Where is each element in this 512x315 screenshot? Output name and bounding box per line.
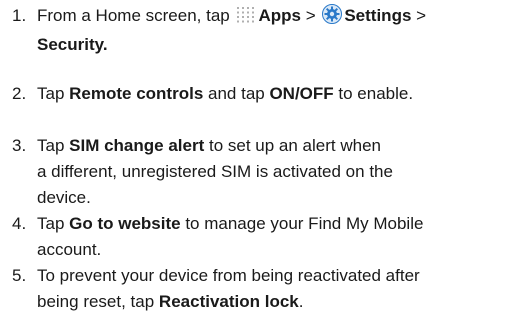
- step-1: 1. From a Home screen, tap Apps > Settin…: [12, 3, 508, 58]
- step-text-part: to manage your Find My Mobile: [180, 214, 424, 233]
- apps-label: Apps: [258, 6, 301, 25]
- step-text-part: and tap: [203, 84, 270, 103]
- security-label: Security.: [37, 35, 108, 54]
- step-text: To prevent your device from being reacti…: [37, 263, 508, 315]
- apps-grid-icon: [236, 6, 256, 32]
- step-text: Tap Go to website to manage your Find My…: [37, 211, 508, 263]
- step-text-part: .: [298, 292, 304, 311]
- step-number: 5.: [12, 266, 27, 285]
- step-text-part: To prevent your device from being reacti…: [37, 266, 420, 285]
- step-text-part: From a Home screen, tap: [37, 6, 235, 25]
- separator: >: [300, 6, 321, 25]
- step-number: 2.: [12, 84, 27, 103]
- step-text-part: Tap: [37, 214, 70, 233]
- on-off-label: ON/OFF: [269, 84, 334, 103]
- step-text-part: Tap: [37, 136, 70, 155]
- separator: >: [411, 6, 427, 25]
- step-text: Tap SIM change alert to set up an alert …: [37, 133, 508, 211]
- step-2: 2. Tap Remote controls and tap ON/OFF to…: [12, 81, 508, 107]
- step-text-part: being reset, tap: [37, 292, 159, 311]
- step-3: 3. Tap SIM change alert to set up an ale…: [12, 133, 508, 211]
- go-to-website-label: Go to website: [69, 214, 181, 233]
- step-text-part: Tap: [37, 84, 70, 103]
- step-text-part: a different, unregistered SIM is activat…: [37, 162, 393, 181]
- step-4: 4. Tap Go to website to manage your Find…: [12, 211, 508, 263]
- settings-label: Settings: [344, 6, 412, 25]
- step-text-part: account.: [37, 240, 102, 259]
- step-text: Tap Remote controls and tap ON/OFF to en…: [37, 81, 508, 107]
- step-text: From a Home screen, tap Apps > Settings …: [37, 3, 508, 58]
- step-number: 3.: [12, 136, 27, 155]
- reactivation-lock-label: Reactivation lock: [158, 292, 299, 311]
- sim-change-alert-label: SIM change alert: [69, 136, 205, 155]
- step-text-part: to set up an alert when: [204, 136, 381, 155]
- step-number: 1.: [12, 6, 27, 25]
- remote-controls-label: Remote controls: [69, 84, 204, 103]
- step-number: 4.: [12, 214, 27, 233]
- step-text-part: to enable.: [333, 84, 414, 103]
- step-5: 5. To prevent your device from being rea…: [12, 263, 508, 315]
- step-text-part: device.: [37, 188, 91, 207]
- settings-gear-icon: [322, 4, 343, 32]
